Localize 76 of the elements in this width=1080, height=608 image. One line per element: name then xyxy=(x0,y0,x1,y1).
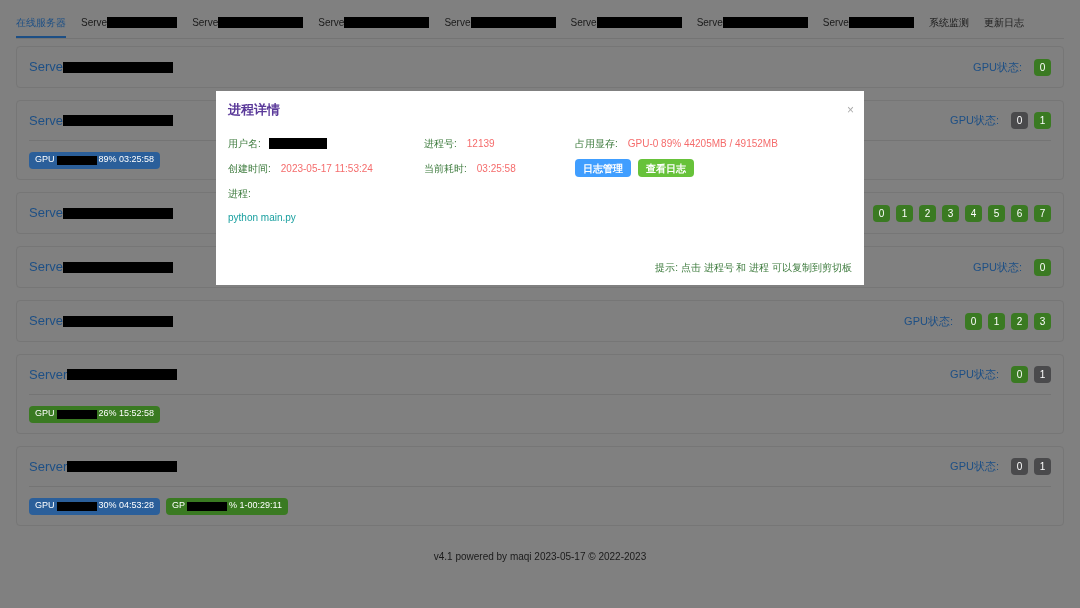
tab[interactable]: 更新日志 xyxy=(983,15,1024,38)
tab[interactable]: Serve xyxy=(444,15,556,38)
server-name: Serve xyxy=(29,111,63,130)
gpu-status-label: GPU状态: xyxy=(950,113,999,129)
footer-text: v4.1 powered by maqi 2023-05-17 © 2022-2023 xyxy=(433,550,647,564)
field-label: 当前耗时: xyxy=(424,161,467,176)
process-badge[interactable]: GPU 30% 04:53:28 xyxy=(29,497,161,515)
badge-text: GPU xyxy=(35,407,55,421)
redaction-bar xyxy=(56,155,97,165)
gpu-indicator: 3 xyxy=(942,204,959,222)
field-label: 进程号: xyxy=(424,136,457,151)
log-button[interactable]: 查看日志 xyxy=(638,159,694,177)
close-button[interactable]: × xyxy=(847,101,854,119)
gpu-indicator: 5 xyxy=(988,204,1005,222)
field-label: 用户名: xyxy=(228,136,261,151)
badge-text: 30% 04:53:28 xyxy=(98,499,155,513)
tab[interactable]: Serve xyxy=(696,15,808,38)
tab[interactable]: 系统监测 xyxy=(928,15,969,38)
server-name: Server xyxy=(29,457,68,476)
badge-text: GP xyxy=(172,499,186,513)
gpu-indicator: 3 xyxy=(1034,312,1051,330)
gpu-indicator: 0 xyxy=(1011,458,1028,475)
log-button[interactable]: 日志管理 xyxy=(575,159,631,177)
server-name: Serve xyxy=(29,312,63,331)
redaction-bar xyxy=(268,137,327,149)
field-label: 占用显存: xyxy=(575,136,618,151)
process-badge[interactable]: GPU 89% 03:25:58 xyxy=(29,151,161,169)
gpu-status-label: GPU状态: xyxy=(973,59,1022,75)
server-name: Serve xyxy=(29,204,63,223)
field-label: 创建时间: xyxy=(228,161,271,176)
dialog-title: 进程详情 xyxy=(228,101,280,120)
process-command[interactable]: python main.py xyxy=(228,212,296,223)
gpu-indicator: 7 xyxy=(1034,204,1051,222)
gpu-indicator: 1 xyxy=(988,312,1005,330)
gpu-indicator: 0 xyxy=(1011,112,1028,129)
badge-text: % 1-00:29:11 xyxy=(229,499,282,513)
gpu-indicator: 1 xyxy=(1034,112,1051,129)
redaction-bar xyxy=(56,501,97,511)
gpu-indicator: 2 xyxy=(919,204,936,222)
tab[interactable]: Serve xyxy=(192,15,304,38)
gpu-indicator: 0 xyxy=(873,204,890,222)
gpu-indicator: 0 xyxy=(965,312,982,330)
process-badge[interactable]: GPU 26% 15:52:58 xyxy=(29,405,161,423)
gpu-indicator: 0 xyxy=(1034,258,1051,276)
hint-text: 提示: 点击 进程号 和 进程 可以复制到剪切板 xyxy=(655,261,852,275)
gpu-indicator: 1 xyxy=(896,204,913,222)
field-label: 进程: xyxy=(228,186,252,201)
gpu-status-label: GPU状态: xyxy=(973,259,1022,275)
server-name: Server xyxy=(29,365,68,384)
badge-text: GPU xyxy=(35,153,55,167)
field-value: 2023-05-17 11:53:24 xyxy=(280,161,373,176)
tab[interactable]: Serve xyxy=(81,15,178,38)
tab[interactable]: Serve xyxy=(822,15,914,38)
gpu-status-label: GPU状态: xyxy=(950,367,999,383)
gpu-indicator: 4 xyxy=(965,204,982,222)
gpu-indicator: 0 xyxy=(1011,366,1028,383)
redaction-bar xyxy=(187,501,228,511)
server-name: Serve xyxy=(29,58,63,77)
badge-text: 26% 15:52:58 xyxy=(98,407,155,421)
field-value: 03:25:58 xyxy=(476,161,516,176)
gpu-indicator: 1 xyxy=(1034,366,1051,383)
tab[interactable]: Serve xyxy=(570,15,682,38)
server-name: Serve xyxy=(29,258,63,277)
gpu-indicator: 2 xyxy=(1011,312,1028,330)
field-value[interactable]: 12139 xyxy=(466,135,495,151)
gpu-indicator: 6 xyxy=(1011,204,1028,222)
field-value: GPU-0 89% 44205MB / 49152MB xyxy=(627,136,778,151)
badge-text: GPU xyxy=(35,499,55,513)
gpu-indicator: 1 xyxy=(1034,458,1051,475)
process-badge[interactable]: GP % 1-00:29:11 xyxy=(166,497,288,515)
gpu-status-label: GPU状态: xyxy=(904,313,953,329)
gpu-status-label: GPU状态: xyxy=(950,459,999,475)
badge-text: 89% 03:25:58 xyxy=(98,153,155,167)
tab[interactable]: Serve xyxy=(318,15,430,38)
gpu-indicator: 0 xyxy=(1034,58,1051,76)
redaction-bar xyxy=(56,409,97,419)
